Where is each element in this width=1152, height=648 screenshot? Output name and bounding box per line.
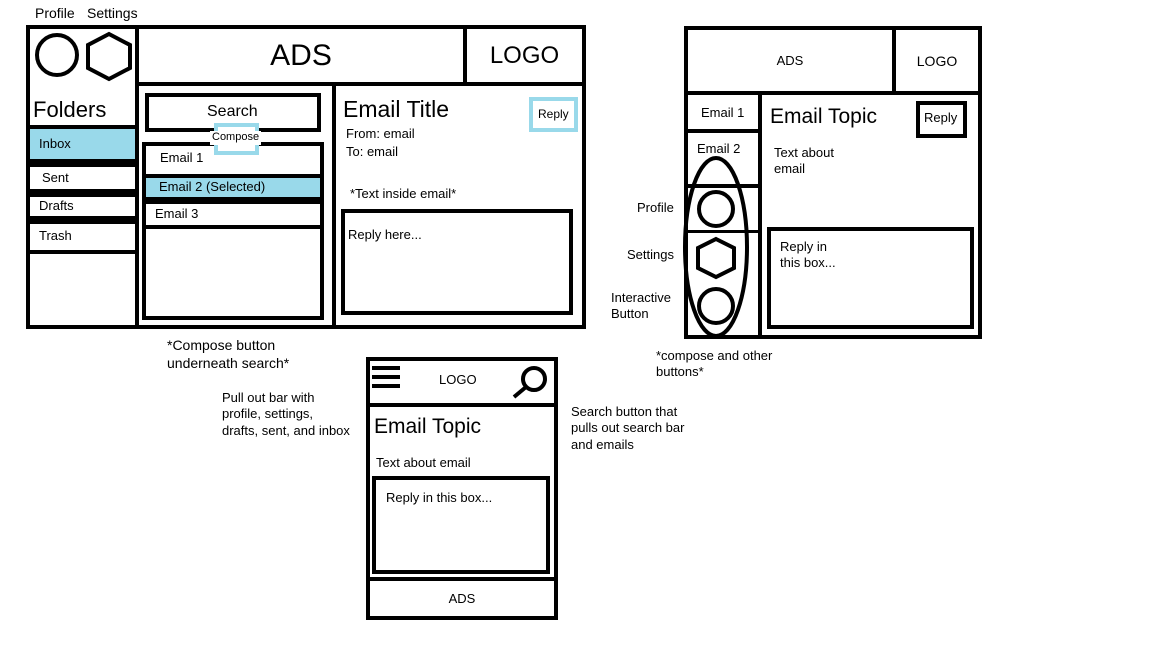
mobile-ads-banner: ADS bbox=[366, 577, 558, 620]
tablet-reply-button-label: Reply bbox=[924, 110, 958, 125]
tablet-email-topic: Email Topic bbox=[770, 105, 877, 128]
mobile-reply-placeholder: Reply in this box... bbox=[386, 490, 493, 505]
desktop-ads-banner: ADS bbox=[135, 25, 467, 86]
reply-placeholder: Reply here... bbox=[348, 227, 422, 242]
mobile-email-topic: Email Topic bbox=[374, 415, 481, 438]
mobile-header-line bbox=[366, 403, 558, 407]
folder-label-sent: Sent bbox=[42, 170, 69, 185]
tablet-note: *compose and other buttons* bbox=[656, 348, 773, 380]
tablet-side-label-settings: Settings bbox=[627, 247, 674, 262]
settings-icon[interactable] bbox=[84, 30, 134, 82]
email-to: To: email bbox=[346, 144, 399, 159]
tablet-email-row-1-label: Email 1 bbox=[701, 105, 745, 120]
tablet-ads-text: ADS bbox=[776, 53, 804, 68]
tablet-logo-text: LOGO bbox=[916, 52, 958, 69]
email-row-3-label: Email 3 bbox=[155, 206, 199, 221]
mobile-left-note: Pull out bar with profile, settings, dra… bbox=[222, 390, 350, 438]
top-label-profile: Profile bbox=[35, 5, 75, 21]
tablet-email-body: Text about email bbox=[774, 145, 834, 177]
list-divider bbox=[332, 85, 336, 329]
email-from: From: email bbox=[346, 126, 415, 141]
search-label: Search bbox=[207, 103, 258, 120]
folders-title: Folders bbox=[33, 97, 107, 122]
reply-textarea[interactable] bbox=[341, 209, 573, 315]
hamburger-menu-icon[interactable] bbox=[372, 366, 402, 394]
tablet-profile-icon[interactable] bbox=[697, 190, 735, 228]
top-label-settings: Settings bbox=[87, 5, 138, 21]
mobile-email-body: Text about email bbox=[376, 455, 471, 470]
tablet-side-label-profile: Profile bbox=[637, 200, 674, 215]
folder-label-drafts: Drafts bbox=[39, 198, 74, 213]
tablet-interactive-button[interactable] bbox=[697, 287, 735, 325]
mobile-logo-text: LOGO bbox=[439, 372, 477, 387]
email-title: Email Title bbox=[343, 96, 450, 122]
tablet-logo: LOGO bbox=[892, 26, 982, 95]
desktop-logo: LOGO bbox=[463, 25, 586, 86]
profile-icon[interactable] bbox=[35, 33, 79, 77]
tablet-ads-banner: ADS bbox=[684, 26, 896, 95]
compose-label: Compose bbox=[210, 131, 262, 145]
folder-label-inbox: Inbox bbox=[39, 136, 71, 151]
email-row-1-label: Email 1 bbox=[160, 150, 204, 165]
email-body: *Text inside email* bbox=[350, 186, 457, 201]
folder-label-trash: Trash bbox=[39, 228, 72, 243]
mobile-right-note: Search button that pulls out search bar … bbox=[571, 404, 685, 452]
tablet-settings-icon[interactable] bbox=[694, 236, 738, 280]
reply-button-label: Reply bbox=[538, 107, 569, 121]
search-icon[interactable] bbox=[509, 364, 551, 400]
desktop-logo-text: LOGO bbox=[489, 41, 560, 69]
tablet-reply-placeholder: Reply in this box... bbox=[780, 239, 836, 271]
desktop-note: *Compose button underneath search* bbox=[167, 337, 290, 371]
email-row-2-label: Email 2 (Selected) bbox=[159, 179, 266, 194]
tablet-side-label-interactive: Interactive Button bbox=[611, 290, 671, 322]
mobile-ads-text: ADS bbox=[448, 591, 476, 606]
desktop-ads-text: ADS bbox=[270, 38, 332, 72]
